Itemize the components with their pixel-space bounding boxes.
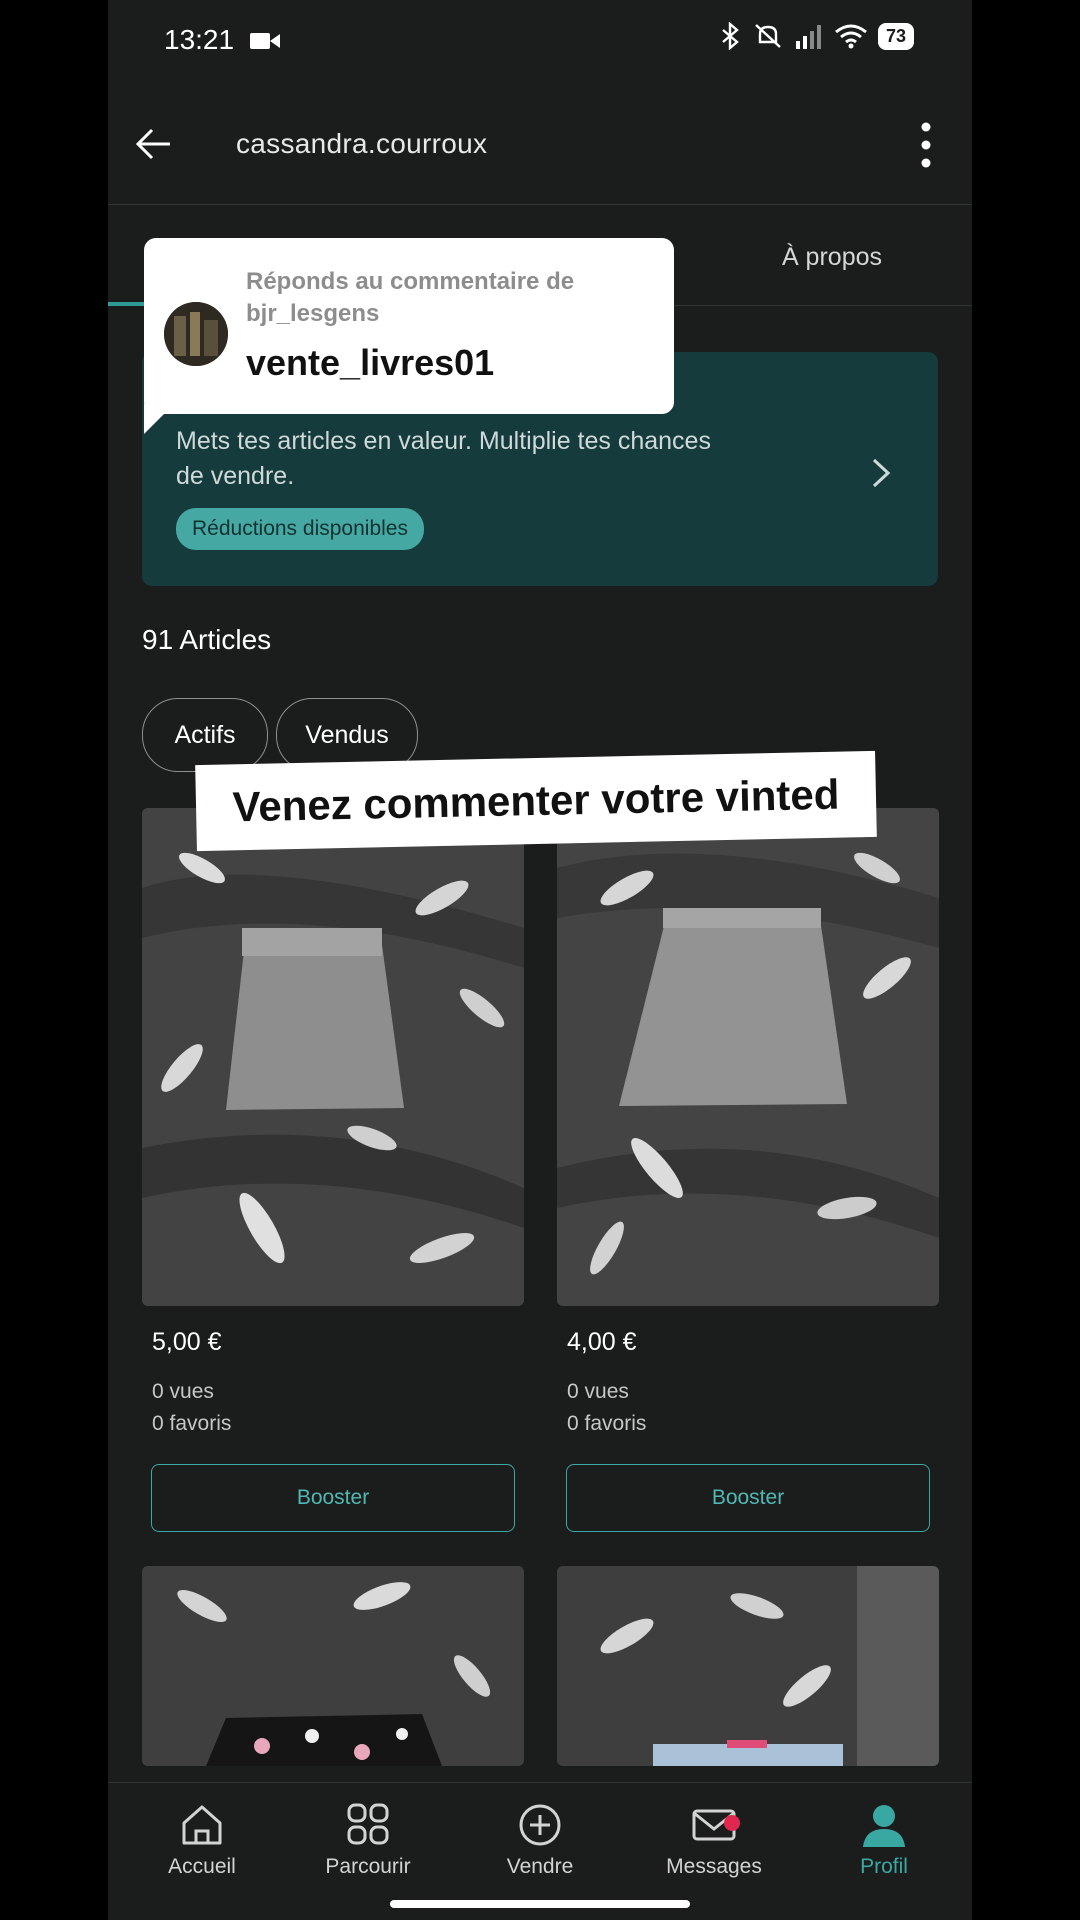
item-views: 0 vues <box>152 1380 214 1403</box>
item-views: 0 vues <box>567 1380 629 1403</box>
video-caption: Venez commenter votre vinted <box>195 750 877 852</box>
person-icon <box>863 1805 905 1847</box>
promo-text: Mets tes articles en valeur. Multiplie t… <box>176 427 711 490</box>
item-favorites: 0 favoris <box>567 1412 647 1435</box>
item-price: 5,00 € <box>152 1328 222 1356</box>
home-indicator[interactable] <box>390 1900 690 1908</box>
app-header: cassandra.courroux <box>108 84 972 205</box>
booster-button[interactable]: Booster <box>151 1464 515 1532</box>
nav-profile-label: Profil <box>860 1855 908 1878</box>
articles-count: 91 Articles <box>142 624 272 655</box>
nav-browse-label: Parcourir <box>325 1855 411 1878</box>
reply-context-text: Réponds au commentaire de bjr_lesgens <box>246 268 575 327</box>
commenter-avatar <box>164 302 228 366</box>
item-price: 4,00 € <box>567 1328 637 1356</box>
booster-button[interactable]: Booster <box>566 1464 930 1532</box>
phone-screen: 13:21 73 cassandra.courroux À propos Met… <box>108 0 972 1920</box>
chevron-right-icon <box>872 458 891 488</box>
bluetooth-icon <box>722 22 739 50</box>
nav-profile[interactable]: Profil <box>814 1803 954 1879</box>
profile-username: cassandra.courroux <box>236 128 488 159</box>
item-stats: 0 vues 0 favoris <box>152 1376 231 1440</box>
grid-icon <box>347 1803 389 1845</box>
bubble-tail <box>144 404 174 434</box>
wifi-icon <box>835 24 867 49</box>
nav-home-label: Accueil <box>168 1855 236 1878</box>
nav-messages-label: Messages <box>666 1855 762 1878</box>
item-photo[interactable] <box>142 808 524 1306</box>
nav-sell-label: Vendre <box>506 1855 574 1878</box>
mute-vibrate-icon <box>755 24 781 48</box>
item-photo[interactable] <box>142 1566 524 1766</box>
nav-home[interactable]: Accueil <box>132 1803 272 1879</box>
filter-active-chip[interactable]: Actifs <box>142 698 268 772</box>
back-arrow-icon[interactable] <box>134 124 174 164</box>
item-favorites: 0 favoris <box>152 1412 232 1435</box>
signal-icon <box>795 25 821 49</box>
nav-browse[interactable]: Parcourir <box>298 1803 438 1879</box>
more-options-icon[interactable] <box>920 122 932 168</box>
battery-indicator: 73 <box>877 22 914 50</box>
tab-about[interactable]: À propos <box>782 243 882 272</box>
plus-circle-icon <box>519 1804 561 1846</box>
status-time: 13:21 <box>164 24 235 55</box>
nav-sell[interactable]: Vendre <box>470 1803 610 1879</box>
reply-comment-bubble: Réponds au commentaire de bjr_lesgens ve… <box>144 238 674 414</box>
unread-badge <box>724 1815 740 1831</box>
video-camera-icon <box>250 33 280 49</box>
status-bar: 13:21 73 <box>108 0 972 84</box>
home-icon <box>182 1805 222 1845</box>
status-icons: 73 <box>720 22 914 50</box>
item-photo[interactable] <box>557 1566 939 1766</box>
item-stats: 0 vues 0 favoris <box>567 1376 646 1440</box>
commenter-username: vente_livres01 <box>246 342 495 383</box>
nav-messages[interactable]: Messages <box>644 1803 784 1879</box>
discounts-badge: Réductions disponibles <box>176 508 424 550</box>
item-photo[interactable] <box>557 808 939 1306</box>
